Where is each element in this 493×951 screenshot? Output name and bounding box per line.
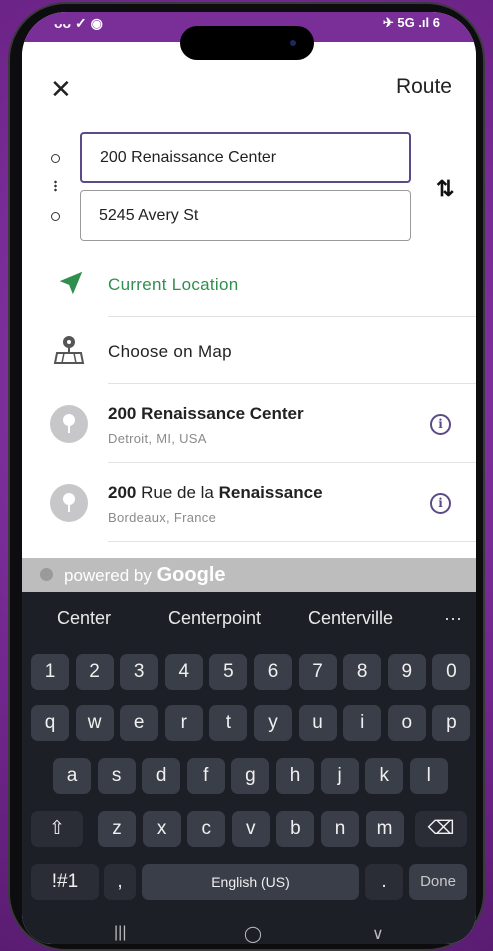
key-0[interactable]: 0 [432, 654, 471, 690]
choose-on-map-option[interactable] [22, 317, 476, 384]
comma-key[interactable]: , [104, 864, 136, 900]
key-w[interactable]: w [75, 705, 114, 741]
home-icon[interactable]: ◯ [244, 924, 262, 944]
key-a[interactable]: a [53, 758, 91, 794]
key-3[interactable]: 3 [120, 654, 159, 690]
key-l[interactable]: l [409, 758, 448, 794]
done-key[interactable]: Done [409, 864, 467, 900]
key-f[interactable]: f [186, 758, 225, 794]
suggestion-title: 200 Rue de la Renaissance [108, 483, 323, 502]
more-suggestions-icon[interactable]: ··· [444, 608, 462, 629]
key-m[interactable]: m [365, 811, 404, 847]
key-4[interactable]: 4 [164, 654, 203, 690]
key-z[interactable]: z [98, 811, 136, 847]
symbols-key[interactable]: !#1 [31, 864, 99, 900]
key-j[interactable]: j [320, 758, 359, 794]
system-nav-bar: ||| ◯ ∨ [22, 924, 476, 944]
word-suggestion[interactable]: Centerville [308, 608, 393, 629]
key-r[interactable]: r [164, 705, 203, 741]
camera-icon [290, 40, 296, 46]
key-g[interactable]: g [231, 758, 270, 794]
current-location-label: Current Location [108, 275, 239, 294]
key-5[interactable]: 5 [209, 654, 248, 690]
key-t[interactable]: t [209, 705, 248, 741]
key-k[interactable]: k [365, 758, 404, 794]
destination-dot-icon [51, 212, 60, 221]
key-n[interactable]: n [321, 811, 359, 847]
key-i[interactable]: i [343, 705, 382, 741]
place-pin-icon [50, 484, 88, 522]
recent-apps-icon[interactable]: ||| [114, 924, 126, 942]
key-8[interactable]: 8 [343, 654, 382, 690]
origin-dot-icon [51, 154, 60, 163]
camera-notch [180, 26, 314, 60]
suggestion-subtitle: Detroit, MI, USA [108, 431, 207, 446]
key-7[interactable]: 7 [298, 654, 337, 690]
status-left-icons: ᴗᴗ ✓ ◉ [54, 15, 103, 31]
key-c[interactable]: c [187, 811, 226, 847]
status-right-icons: ✈ 5G .ıl 6 [382, 15, 440, 30]
destination-input[interactable]: 5245 Avery St [80, 190, 411, 241]
keyboard: Center Centerpoint Centerville ··· 12345… [22, 592, 476, 944]
key-y[interactable]: y [254, 705, 292, 741]
page-title: Route [395, 75, 452, 98]
google-pin-icon [40, 568, 53, 581]
key-u[interactable]: u [298, 705, 337, 741]
shift-key[interactable]: ⇧ [31, 811, 83, 847]
close-icon[interactable]: ✕ [50, 76, 72, 102]
space-key[interactable]: English (US) [142, 864, 359, 900]
key-h[interactable]: h [276, 758, 314, 794]
keyboard-suggestion-bar: Center Centerpoint Centerville ··· [22, 592, 476, 644]
key-x[interactable]: x [142, 811, 181, 847]
suggestion-title: 200 Renaissance Center [108, 404, 304, 423]
info-icon[interactable]: i [430, 414, 451, 435]
map-pin-icon [53, 336, 85, 364]
phone-screen: ᴗᴗ ✓ ◉ ✈ 5G .ıl 6 ✕ Route 200 Renaissanc… [22, 12, 476, 944]
choose-on-map-label: Choose on Map [108, 342, 232, 361]
word-suggestion[interactable]: Center [57, 608, 111, 629]
backspace-key[interactable]: ⌫ [415, 811, 467, 847]
origin-input[interactable]: 200 Renaissance Center [80, 132, 411, 183]
key-p[interactable]: p [432, 705, 471, 741]
route-connector-icon [54, 180, 57, 192]
divider [108, 541, 476, 542]
key-9[interactable]: 9 [387, 654, 426, 690]
period-key[interactable]: . [365, 864, 403, 900]
place-pin-icon [50, 405, 88, 443]
key-s[interactable]: s [97, 758, 136, 794]
back-icon[interactable]: ∨ [372, 924, 384, 944]
info-icon[interactable]: i [430, 493, 451, 514]
key-b[interactable]: b [276, 811, 315, 847]
key-e[interactable]: e [120, 705, 159, 741]
key-q[interactable]: q [31, 705, 69, 741]
route-screen: ✕ Route 200 Renaissance Center 5245 Aver… [22, 42, 476, 592]
powered-by-text: powered by Google [64, 564, 226, 586]
swap-icon[interactable]: ⇅ [436, 176, 454, 202]
key-d[interactable]: d [142, 758, 181, 794]
key-v[interactable]: v [231, 811, 270, 847]
key-6[interactable]: 6 [254, 654, 292, 690]
key-2[interactable]: 2 [75, 654, 114, 690]
current-location-option[interactable] [22, 250, 476, 317]
key-1[interactable]: 1 [31, 654, 69, 690]
key-o[interactable]: o [387, 705, 426, 741]
word-suggestion[interactable]: Centerpoint [168, 608, 261, 629]
powered-by-google-bar: powered by Google [22, 558, 476, 592]
suggestion-subtitle: Bordeaux, France [108, 510, 217, 525]
navigation-arrow-icon [59, 271, 83, 295]
